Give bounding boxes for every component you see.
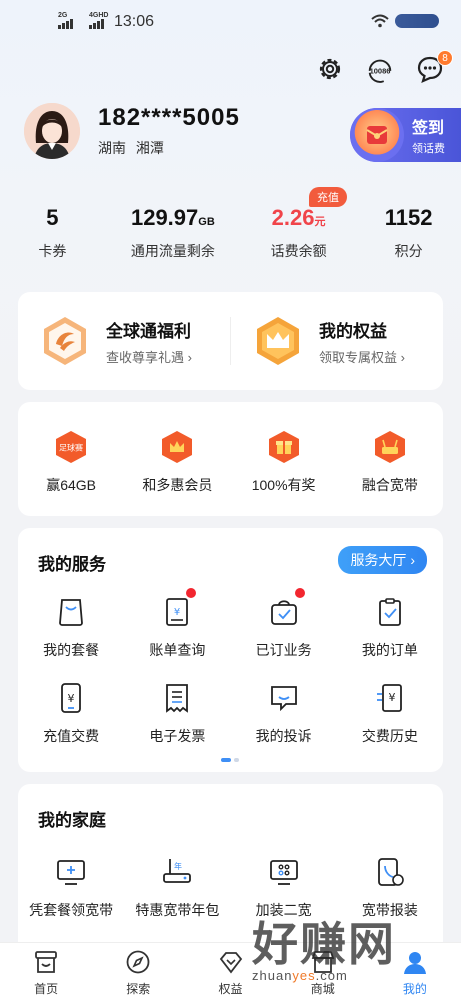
my-rights-entry[interactable]: 我的权益 领取专属权益 ›	[231, 314, 443, 368]
football-match-icon: 足球赛	[56, 431, 87, 463]
services-title: 我的服务	[38, 555, 106, 574]
family-broadband-year-pack[interactable]: 年 特惠宽带年包	[124, 856, 230, 920]
headset-icon: 10086	[368, 59, 392, 83]
promo-card: 足球赛 赢64GB 和多惠会员 100%有奖 融合宽带	[18, 402, 443, 516]
service-recharge[interactable]: ¥ 充值交费	[18, 682, 124, 746]
svg-text:¥: ¥	[68, 692, 75, 705]
my-services-card: 我的服务 服务大厅 › 我的套餐 ¥ 账单查询 已订业务 我的订单 ¥ 充值交费…	[18, 528, 443, 772]
promo-hedouhui-member[interactable]: 和多惠会员	[124, 402, 230, 516]
checkin-button[interactable]: 签到 领话费	[350, 108, 461, 162]
phone-install-icon	[377, 858, 404, 886]
message-count-badge: 8	[437, 50, 453, 66]
location: 湖南 湘潭	[98, 140, 164, 156]
notification-dot	[186, 588, 197, 598]
router-year-icon: 年	[163, 859, 192, 883]
watermark: 好赚网 zhuanyes.com	[252, 917, 396, 983]
hotline-button[interactable]: 10086	[365, 54, 395, 84]
promo-win-64gb[interactable]: 足球赛 赢64GB	[18, 402, 124, 516]
bag-icon	[59, 599, 84, 626]
service-my-plan[interactable]: 我的套餐	[18, 596, 124, 660]
service-my-orders[interactable]: 我的订单	[337, 596, 443, 660]
service-complaint[interactable]: 我的投诉	[231, 682, 337, 746]
svg-text:足球赛: 足球赛	[59, 443, 83, 453]
phone-number: 182****5005	[98, 104, 240, 131]
tv-add-icon	[269, 860, 298, 885]
signal-sim2-icon: 4GHD	[89, 12, 108, 29]
order-icon	[378, 598, 401, 626]
service-hall-button[interactable]: 服务大厅 ›	[338, 546, 427, 574]
payment-history-icon: ¥	[376, 684, 402, 712]
account-stats: 5 卡券 129.97GB 通用流量剩余 充值 2.26元 话费余额 1152 …	[0, 187, 461, 261]
subscribed-icon	[270, 600, 297, 625]
global-benefit-entry[interactable]: 全球通福利 查收尊享礼遇 ›	[18, 314, 230, 368]
promo-100-percent-prize[interactable]: 100%有奖	[231, 402, 337, 516]
service-bill-query[interactable]: ¥ 账单查询	[124, 588, 230, 660]
svg-text:¥: ¥	[174, 607, 180, 618]
tab-home[interactable]: 首页	[0, 943, 92, 1000]
service-payment-history[interactable]: ¥ 交费历史	[337, 682, 443, 746]
svg-text:年: 年	[174, 861, 182, 871]
settings-button[interactable]	[315, 54, 345, 84]
compass-icon	[126, 950, 150, 974]
svg-text:¥: ¥	[388, 691, 395, 704]
messages-button[interactable]: 8	[415, 50, 453, 84]
profile-header[interactable]: 182****5005 湖南 湘潭	[24, 103, 240, 159]
svg-text:10086: 10086	[370, 67, 391, 76]
stat-balance[interactable]: 充值 2.26元 话费余额	[241, 187, 356, 261]
bill-icon: ¥	[166, 598, 189, 626]
service-subscribed[interactable]: 已订业务	[231, 588, 337, 660]
invoice-icon	[166, 684, 189, 713]
promo-fusion-broadband[interactable]: 融合宽带	[337, 402, 443, 516]
checkin-title: 签到	[412, 120, 445, 137]
stat-points[interactable]: 1152 积分	[356, 205, 461, 261]
monitor-plus-icon	[57, 860, 86, 885]
gift-box-icon	[268, 431, 299, 463]
family-title: 我的家庭	[38, 811, 106, 830]
page-indicator	[221, 758, 239, 762]
home-icon	[35, 951, 57, 973]
notification-dot	[294, 588, 305, 598]
service-e-invoice[interactable]: 电子发票	[124, 682, 230, 746]
benefits-card: 全球通福利 查收尊享礼遇 › 我的权益 领取专属权益 ›	[18, 292, 443, 390]
checkin-subtitle: 领话费	[412, 143, 445, 155]
stat-coupons[interactable]: 5 卡券	[0, 205, 105, 261]
diamond-icon	[219, 952, 242, 974]
recharge-tag[interactable]: 充值	[308, 187, 347, 207]
signal-sim1-icon: 2G	[58, 12, 73, 29]
complaint-icon	[270, 686, 297, 712]
clock: 13:06	[114, 13, 155, 30]
router-icon	[374, 431, 405, 463]
stat-data-remaining[interactable]: 129.97GB 通用流量剩余	[105, 205, 241, 261]
family-package-broadband[interactable]: 凭套餐领宽带	[18, 856, 124, 920]
tab-explore[interactable]: 探索	[92, 943, 184, 1000]
crown-icon	[251, 314, 305, 368]
wifi-icon	[371, 14, 389, 28]
crown-member-icon	[162, 431, 193, 463]
global-benefit-icon	[38, 314, 92, 368]
battery-icon	[395, 14, 439, 28]
red-envelope-icon	[350, 108, 404, 162]
avatar[interactable]	[24, 103, 80, 159]
phone-yuan-icon: ¥	[61, 683, 82, 713]
status-bar: 2G 4GHD 13:06	[0, 0, 461, 48]
gear-icon	[319, 58, 341, 80]
